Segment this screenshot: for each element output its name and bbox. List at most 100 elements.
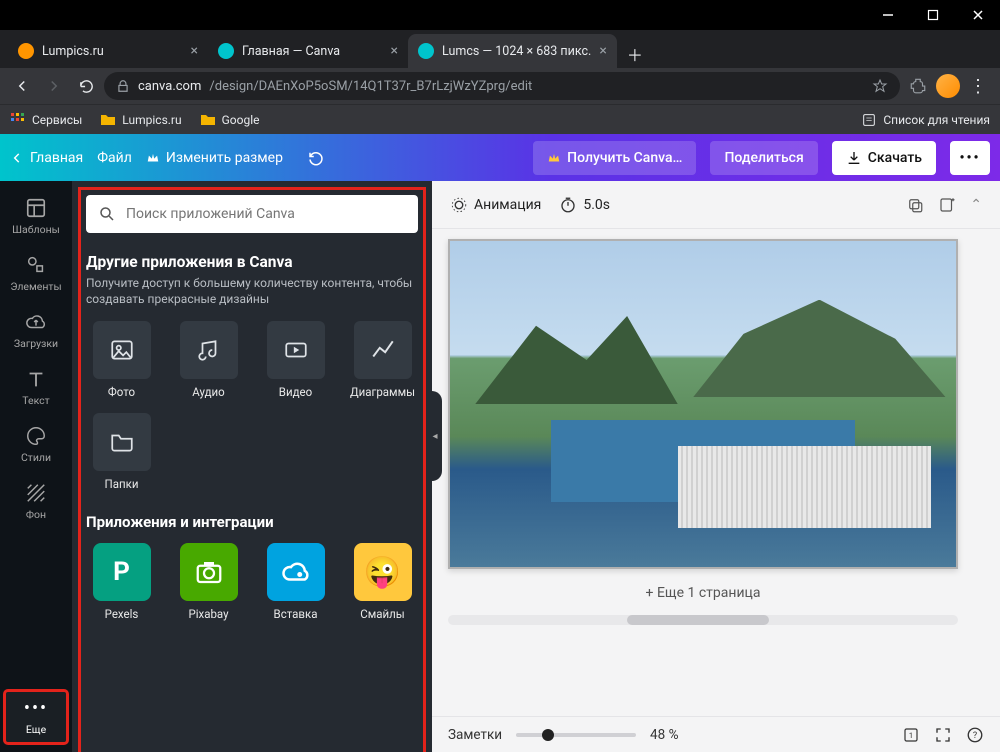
video-icon bbox=[283, 337, 309, 363]
horizontal-scrollbar[interactable] bbox=[448, 615, 958, 625]
resize-button[interactable]: Изменить размер bbox=[146, 150, 283, 166]
animation-label: Анимация bbox=[474, 197, 541, 213]
profile-avatar[interactable] bbox=[936, 74, 960, 98]
svg-text:?: ? bbox=[973, 731, 977, 741]
get-pro-button[interactable]: Получить Canva… bbox=[533, 141, 696, 175]
tile-label: Видео bbox=[279, 385, 312, 399]
browser-tab-active[interactable]: Lumcs — 1024 × 683 пикс. × bbox=[408, 34, 617, 68]
favicon-icon bbox=[218, 43, 234, 59]
tab-close-icon[interactable]: × bbox=[391, 43, 398, 59]
uploads-icon bbox=[25, 311, 47, 333]
share-button[interactable]: Поделиться bbox=[710, 141, 817, 175]
tile-label: Фото bbox=[108, 385, 135, 399]
integration-pixabay[interactable]: Pixabay bbox=[173, 543, 244, 621]
app-tile-photo[interactable]: Фото bbox=[86, 321, 157, 399]
more-actions-button[interactable]: ••• bbox=[950, 141, 990, 175]
extensions-icon[interactable] bbox=[904, 72, 932, 100]
timing-label: 5.0s bbox=[583, 197, 610, 213]
animation-button[interactable]: Анимация bbox=[450, 196, 541, 214]
rail-uploads[interactable]: Загрузки bbox=[4, 303, 68, 358]
get-pro-label: Получить Canva… bbox=[567, 150, 682, 166]
ellipsis-icon: ••• bbox=[959, 150, 980, 166]
design-page[interactable] bbox=[448, 239, 958, 569]
animation-icon bbox=[450, 196, 468, 214]
favicon-icon bbox=[418, 43, 434, 59]
scroll-thumb[interactable] bbox=[627, 615, 770, 625]
zoom-value: 48 % bbox=[650, 727, 678, 743]
download-button[interactable]: Скачать bbox=[832, 141, 936, 175]
pexels-logo-icon: P bbox=[113, 557, 130, 587]
tab-title: Lumpics.ru bbox=[42, 44, 183, 59]
ellipsis-icon: ••• bbox=[24, 698, 48, 719]
home-button[interactable]: Главная bbox=[10, 150, 83, 166]
bookmark-item[interactable]: Lumpics.ru bbox=[100, 112, 181, 128]
apps-search[interactable] bbox=[86, 195, 418, 233]
nav-reload-button[interactable] bbox=[72, 72, 100, 100]
lock-icon bbox=[116, 79, 130, 93]
bookmark-item[interactable]: Google bbox=[200, 112, 260, 128]
timing-button[interactable]: 5.0s bbox=[559, 196, 610, 214]
address-bar[interactable]: canva.com/design/DAEnXoP5oSM/14Q1T37r_B7… bbox=[104, 72, 900, 100]
audio-icon bbox=[196, 337, 222, 363]
browser-toolbar: canva.com/design/DAEnXoP5oSM/14Q1T37r_B7… bbox=[0, 68, 1000, 104]
elements-icon bbox=[25, 254, 47, 276]
help-icon[interactable]: ? bbox=[966, 726, 984, 744]
tab-close-icon[interactable]: × bbox=[191, 43, 198, 59]
app-tile-folder[interactable]: Папки bbox=[86, 413, 157, 491]
duplicate-page-icon[interactable] bbox=[906, 196, 924, 214]
add-page-icon[interactable] bbox=[938, 196, 956, 214]
integration-emoji[interactable]: 😜 Смайлы bbox=[347, 543, 418, 621]
folder-icon bbox=[100, 112, 116, 128]
window-maximize-button[interactable] bbox=[910, 0, 955, 30]
photo-icon bbox=[109, 337, 135, 363]
fullscreen-icon[interactable] bbox=[934, 726, 952, 744]
zoom-thumb[interactable] bbox=[542, 729, 554, 741]
notes-button[interactable]: Заметки bbox=[448, 727, 502, 743]
url-host: canva.com bbox=[138, 79, 201, 94]
app-tile-audio[interactable]: Аудио bbox=[173, 321, 244, 399]
favicon-icon bbox=[18, 43, 34, 59]
canvas-area: Анимация 5.0s ⌃ + Еще 1 стран bbox=[432, 181, 1000, 752]
nav-forward-button[interactable] bbox=[40, 72, 68, 100]
integration-embed[interactable]: Вставка bbox=[260, 543, 331, 621]
tile-label: Вставка bbox=[274, 607, 318, 621]
resize-label: Изменить размер bbox=[166, 150, 283, 166]
rail-label: Загрузки bbox=[14, 337, 58, 350]
browser-tab[interactable]: Главная — Canva × bbox=[208, 34, 408, 68]
rail-more[interactable]: ••• Еще bbox=[4, 690, 68, 744]
window-minimize-button[interactable] bbox=[865, 0, 910, 30]
tab-close-icon[interactable]: × bbox=[599, 43, 606, 59]
bookmarks-bar: Сервисы Lumpics.ru Google Список для чте… bbox=[0, 104, 1000, 134]
window-close-button[interactable] bbox=[955, 0, 1000, 30]
zoom-slider[interactable] bbox=[516, 733, 636, 737]
bookmark-item[interactable]: Сервисы bbox=[10, 112, 82, 128]
star-icon[interactable] bbox=[872, 78, 888, 94]
browser-menu-icon[interactable]: ⋮ bbox=[964, 72, 992, 100]
rail-elements[interactable]: Элементы bbox=[4, 246, 68, 301]
nav-back-button[interactable] bbox=[8, 72, 36, 100]
chevron-up-icon[interactable]: ⌃ bbox=[970, 197, 982, 213]
tile-label: Pixabay bbox=[188, 607, 228, 621]
grid-view-icon[interactable]: 1 bbox=[902, 726, 920, 744]
add-page-button[interactable]: + Еще 1 страница bbox=[448, 585, 958, 601]
app-tile-chart[interactable]: Диаграммы bbox=[347, 321, 418, 399]
rail-background[interactable]: Фон bbox=[4, 474, 68, 529]
tile-label: Pexels bbox=[105, 607, 139, 621]
folder-icon bbox=[109, 429, 135, 455]
crown-icon bbox=[146, 151, 160, 165]
tab-title: Главная — Canva bbox=[242, 44, 383, 59]
rail-text[interactable]: Текст bbox=[4, 360, 68, 415]
file-menu[interactable]: Файл bbox=[97, 150, 132, 166]
undo-button[interactable] bbox=[307, 149, 325, 167]
integration-pexels[interactable]: P Pexels bbox=[86, 543, 157, 621]
browser-tab[interactable]: Lumpics.ru × bbox=[8, 34, 208, 68]
reading-list-button[interactable]: Список для чтения bbox=[861, 112, 990, 128]
rail-templates[interactable]: Шаблоны bbox=[4, 189, 68, 244]
file-label: Файл bbox=[97, 150, 132, 166]
window-titlebar bbox=[0, 0, 1000, 30]
app-tile-video[interactable]: Видео bbox=[260, 321, 331, 399]
rail-styles[interactable]: Стили bbox=[4, 417, 68, 472]
canvas-viewport[interactable]: + Еще 1 страница bbox=[432, 229, 1000, 716]
search-input[interactable] bbox=[126, 206, 406, 222]
new-tab-button[interactable]: ＋ bbox=[621, 40, 649, 68]
